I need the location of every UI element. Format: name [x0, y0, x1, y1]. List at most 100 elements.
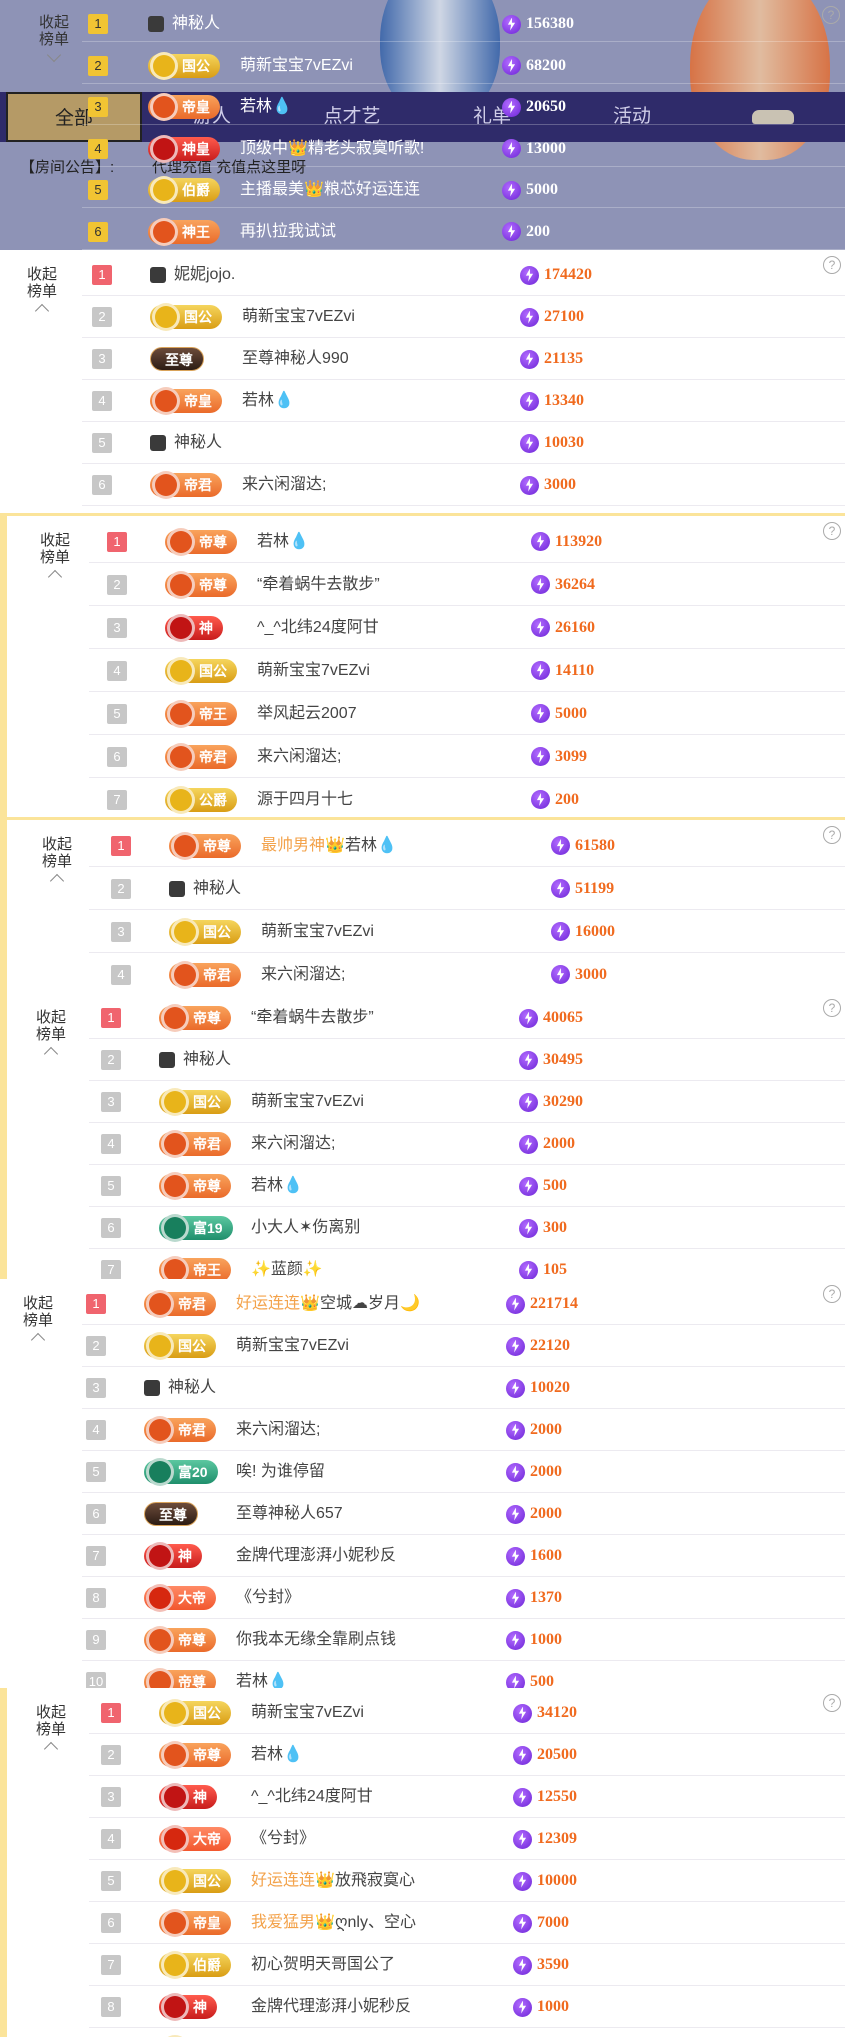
user-name[interactable]: 好运连连👑空城☁岁月🌙	[236, 1283, 420, 1325]
leaderboard-row[interactable]: 5 富20 唉! 为谁停留 2000	[0, 1451, 845, 1493]
user-name[interactable]: 金牌代理澎湃小妮秒反	[251, 1986, 411, 2028]
leaderboard-row[interactable]: 4 帝君 来六闲溜达; 3000	[7, 953, 845, 993]
leaderboard-row[interactable]: 7 帝王 ✨蓝颜✨ 105	[7, 1249, 845, 1279]
user-name[interactable]: 主播最美👑粮芯好运连连	[240, 172, 420, 208]
leaderboard-row[interactable]: 2 神秘人 51199	[7, 867, 845, 910]
leaderboard-row[interactable]: 3 神 ^_^北纬24度阿甘 26160	[7, 606, 845, 649]
leaderboard-row[interactable]: 1 帝君 好运连连👑空城☁岁月🌙 221714	[0, 1283, 845, 1325]
user-name[interactable]: 小大人✶伤离别	[251, 1207, 360, 1249]
leaderboard-row[interactable]: 6 帝皇 我爱猛男👑ღnly、空心 7000	[7, 1902, 845, 1944]
leaderboard-row[interactable]: 5 帝王 举风起云2007 5000	[7, 692, 845, 735]
user-name[interactable]: “牵着蜗牛去散步”	[251, 997, 374, 1039]
leaderboard-row[interactable]: 8 大帝 《兮封》 1370	[0, 1577, 845, 1619]
user-name[interactable]: 《兮封》	[236, 1577, 300, 1619]
user-name[interactable]: 若林💧	[257, 520, 309, 563]
leaderboard-row[interactable]: 2 国公 萌新宝宝7vEZvi 22120	[0, 1325, 845, 1367]
user-name[interactable]: 再扒拉我试试	[240, 214, 336, 250]
user-name[interactable]: 萌新宝宝7vEZvi	[257, 649, 370, 692]
leaderboard-row[interactable]: 2 国公 萌新宝宝7vEZvi 27100	[0, 296, 845, 338]
user-name[interactable]: 若林💧	[251, 1734, 303, 1776]
user-name[interactable]: 好运连连👑放飛寂寞心	[251, 1860, 415, 1902]
leaderboard-row[interactable]: 1 帝尊 若林💧 113920	[7, 520, 845, 563]
badge-emblem-icon	[171, 917, 199, 946]
user-name[interactable]: 至尊神秘人990	[242, 338, 349, 380]
leaderboard-row[interactable]: 1 帝尊 最帅男神👑若林💧 61580	[7, 824, 845, 867]
user-name[interactable]: 《兮封》	[251, 1818, 315, 1860]
leaderboard-row[interactable]: 6 至尊 至尊神秘人657 2000	[0, 1493, 845, 1535]
leaderboard-row[interactable]: 4 帝君 来六闲溜达; 2000	[7, 1123, 845, 1165]
leaderboard-row[interactable]: 4 帝皇 若林💧 13340	[0, 380, 845, 422]
user-name[interactable]: ^_^北纬24度阿甘	[251, 1776, 373, 1818]
leaderboard-row[interactable]: 3 至尊 至尊神秘人990 21135	[0, 338, 845, 380]
leaderboard-row[interactable]: 1 神秘人 156380	[0, 6, 845, 42]
leaderboard-row[interactable]: 3 神秘人 10020	[0, 1367, 845, 1409]
leaderboard-row[interactable]: 8 神 金牌代理澎湃小妮秒反 1000	[7, 1986, 845, 2028]
leaderboard-row[interactable]: 5 伯爵 主播最美👑粮芯好运连连 5000	[0, 172, 845, 208]
user-name[interactable]: 萌新宝宝7vEZvi	[236, 1325, 349, 1367]
user-name[interactable]: 妮妮jojo.	[174, 254, 235, 296]
user-name[interactable]: 至尊神秘人657	[236, 1493, 343, 1535]
leaderboard-row[interactable]: 9 帝尊 你我本无缘全靠刷点钱 1000	[0, 1619, 845, 1661]
user-name-text: 若林💧	[236, 1673, 288, 1688]
user-name[interactable]: 神秘人	[172, 6, 220, 42]
user-name[interactable]: 萌新宝宝7vEZvi	[261, 910, 374, 953]
leaderboard-row[interactable]: 3 国公 萌新宝宝7vEZvi 16000	[7, 910, 845, 953]
leaderboard-row[interactable]: 10 帝尊 若林💧 500	[0, 1661, 845, 1688]
user-name[interactable]: 萌新宝宝7vEZvi	[251, 1692, 364, 1734]
leaderboard-row[interactable]: 3 国公 萌新宝宝7vEZvi 30290	[7, 1081, 845, 1123]
user-name[interactable]: 金牌代理澎湃小妮秒反	[236, 1535, 396, 1577]
user-name[interactable]: 若林💧	[251, 1165, 303, 1207]
leaderboard-row[interactable]: 6 帝君 来六闲溜达; 3099	[7, 735, 845, 778]
leaderboard-row[interactable]: 7 伯爵 初心贺明天哥国公了 3590	[7, 1944, 845, 1986]
leaderboard-row[interactable]: 2 帝尊 “牵着蜗牛去散步” 36264	[7, 563, 845, 606]
leaderboard-row[interactable]: 7 神 金牌代理澎湃小妮秒反 1600	[0, 1535, 845, 1577]
user-name[interactable]: 《🔨小炎🔨》	[251, 2028, 355, 2037]
user-name[interactable]: 神秘人	[174, 422, 222, 464]
user-name[interactable]: ✨蓝颜✨	[251, 1249, 323, 1279]
user-name[interactable]: “牵着蜗牛去散步”	[257, 563, 380, 606]
leaderboard-row[interactable]: 3 帝皇 若林💧 20650	[0, 89, 845, 125]
leaderboard-row[interactable]: 1 帝尊 “牵着蜗牛去散步” 40065	[7, 997, 845, 1039]
leaderboard-row[interactable]: 2 神秘人 30495	[7, 1039, 845, 1081]
user-name[interactable]: ^_^北纬24度阿甘	[257, 606, 379, 649]
leaderboard-row[interactable]: 9国公《🔨小炎🔨》550	[7, 2028, 845, 2037]
leaderboard-row[interactable]: 6 帝君 来六闲溜达; 3000	[0, 464, 845, 506]
user-name[interactable]: 萌新宝宝7vEZvi	[240, 48, 353, 84]
user-name[interactable]: 你我本无缘全靠刷点钱	[236, 1619, 396, 1661]
leaderboard-row[interactable]: 4 帝君 来六闲溜达; 2000	[0, 1409, 845, 1451]
leaderboard-row[interactable]: 6 富19 小大人✶伤离别 300	[7, 1207, 845, 1249]
leaderboard-row[interactable]: 4 国公 萌新宝宝7vEZvi 14110	[7, 649, 845, 692]
user-name[interactable]: 最帅男神👑若林💧	[261, 824, 397, 867]
user-name[interactable]: 唉! 为谁停留	[236, 1451, 325, 1493]
leaderboard-row[interactable]: 1 国公 萌新宝宝7vEZvi 34120	[7, 1692, 845, 1734]
user-name[interactable]: 来六闲溜达;	[261, 953, 345, 993]
leaderboard-row[interactable]: 5 神秘人 10030	[0, 422, 845, 464]
user-name[interactable]: 若林💧	[240, 89, 292, 125]
user-name[interactable]: 我爱猛男👑ღnly、空心	[251, 1902, 416, 1944]
user-name[interactable]: 顶级中👑精老头寂寞听歌!	[240, 131, 424, 167]
user-name[interactable]: 若林💧	[242, 380, 294, 422]
user-name[interactable]: 若林💧	[236, 1661, 288, 1688]
user-name[interactable]: 来六闲溜达;	[257, 735, 341, 778]
user-name[interactable]: 神秘人	[193, 867, 241, 910]
leaderboard-row[interactable]: 2 帝尊 若林💧 20500	[7, 1734, 845, 1776]
user-name[interactable]: 神秘人	[168, 1367, 216, 1409]
user-name[interactable]: 神秘人	[183, 1039, 231, 1081]
leaderboard-row[interactable]: 2 国公 萌新宝宝7vEZvi 68200	[0, 48, 845, 84]
user-name[interactable]: 来六闲溜达;	[251, 1123, 335, 1165]
user-name[interactable]: 来六闲溜达;	[242, 464, 326, 506]
user-name[interactable]: 来六闲溜达;	[236, 1409, 320, 1451]
user-name[interactable]: 萌新宝宝7vEZvi	[242, 296, 355, 338]
leaderboard-row[interactable]: 6 神王 再扒拉我试试 200	[0, 214, 845, 250]
user-name[interactable]: 萌新宝宝7vEZvi	[251, 1081, 364, 1123]
leaderboard-row[interactable]: 5 帝尊 若林💧 500	[7, 1165, 845, 1207]
user-name[interactable]: 举风起云2007	[257, 692, 357, 735]
leaderboard-row[interactable]: 1 妮妮jojo. 174420	[0, 254, 845, 296]
leaderboard-row[interactable]: 4 神皇 顶级中👑精老头寂寞听歌! 13000	[0, 131, 845, 167]
user-name[interactable]: 源于四月十七	[257, 778, 353, 817]
leaderboard-row[interactable]: 3 神 ^_^北纬24度阿甘 12550	[7, 1776, 845, 1818]
leaderboard-row[interactable]: 7 公爵 源于四月十七 200	[7, 778, 845, 817]
user-name[interactable]: 初心贺明天哥国公了	[251, 1944, 395, 1986]
leaderboard-row[interactable]: 4 大帝 《兮封》 12309	[7, 1818, 845, 1860]
leaderboard-row[interactable]: 5 国公 好运连连👑放飛寂寞心 10000	[7, 1860, 845, 1902]
